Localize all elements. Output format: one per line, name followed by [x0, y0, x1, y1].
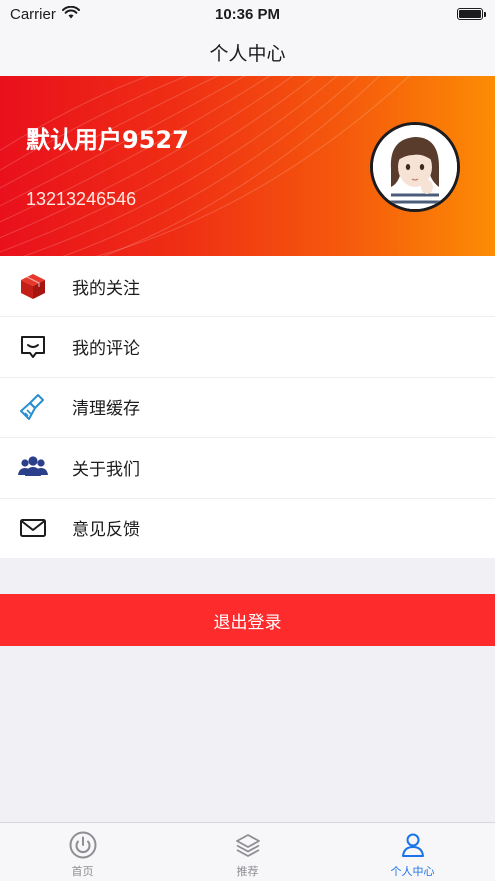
status-bar: Carrier 10:36 PM [0, 0, 495, 28]
status-time: 10:36 PM [214, 5, 281, 23]
menu-item-label: 清理缓存 [72, 399, 140, 420]
menu-item-my-follows[interactable]: 我的关注 [0, 256, 495, 316]
tab-recommend[interactable]: 推荐 [165, 823, 330, 881]
mail-icon [18, 513, 48, 543]
menu-item-label: 关于我们 [72, 459, 140, 480]
person-icon [399, 831, 427, 859]
menu-item-label: 我的关注 [72, 278, 140, 299]
battery-icon [457, 8, 486, 20]
navigation-bar: 个人中心 [0, 28, 495, 76]
comment-icon [18, 332, 48, 362]
tab-label: 推荐 [236, 865, 259, 878]
menu-item-my-comments[interactable]: 我的评论 [0, 316, 495, 376]
tab-bar: 首页 推荐 个人中心 [0, 822, 495, 881]
profile-header: 默认用户9527 13213246546 [0, 76, 495, 256]
menu-item-label: 意见反馈 [72, 520, 140, 541]
username: 默认用户9527 [26, 126, 189, 154]
people-icon [18, 452, 48, 482]
avatar[interactable] [370, 122, 460, 212]
red-box-icon [18, 271, 48, 301]
avatar-image [373, 125, 457, 209]
tab-label: 首页 [71, 865, 94, 878]
home-power-icon [69, 831, 97, 859]
tab-label: 个人中心 [390, 865, 435, 878]
menu-item-feedback[interactable]: 意见反馈 [0, 497, 495, 558]
carrier-label: Carrier [10, 5, 56, 23]
menu-item-label: 我的评论 [72, 339, 140, 360]
brush-icon [18, 392, 48, 422]
menu-item-clear-cache[interactable]: 清理缓存 [0, 376, 495, 437]
layers-icon [234, 831, 262, 859]
phone-number: 13213246546 [26, 189, 137, 209]
menu-list: 我的关注 我的评论 清理缓存 关于我们 意见反馈 [0, 256, 495, 558]
tab-home[interactable]: 首页 [0, 823, 165, 881]
status-bar-left: Carrier [10, 5, 80, 23]
wifi-icon [61, 5, 80, 23]
tab-profile[interactable]: 个人中心 [330, 823, 495, 881]
logout-button[interactable]: 退出登录 [0, 594, 495, 646]
menu-item-about-us[interactable]: 关于我们 [0, 437, 495, 497]
page-title: 个人中心 [209, 42, 286, 65]
